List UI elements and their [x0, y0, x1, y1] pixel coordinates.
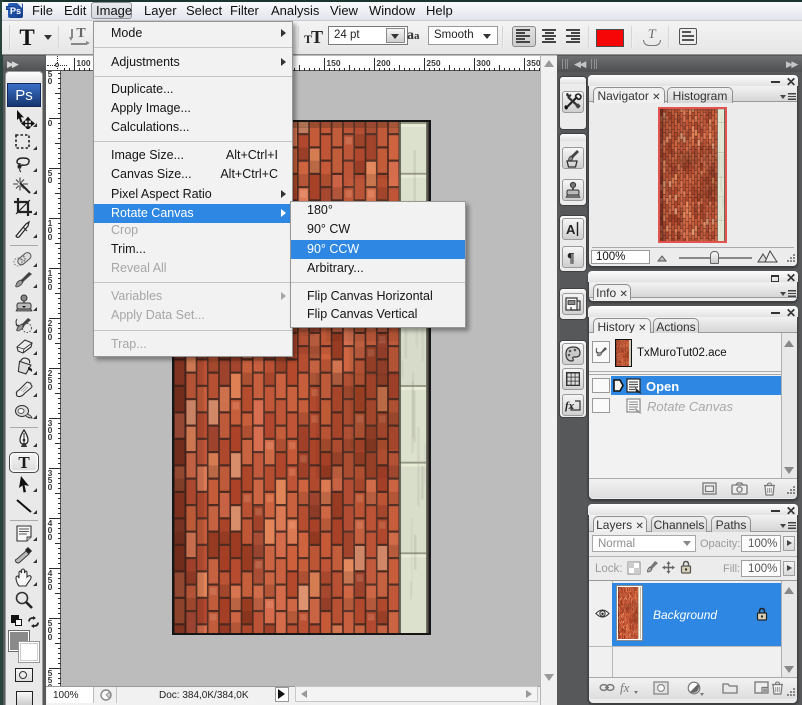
svg-text:¶: ¶ [567, 251, 575, 266]
svg-text:A: A [566, 222, 576, 237]
